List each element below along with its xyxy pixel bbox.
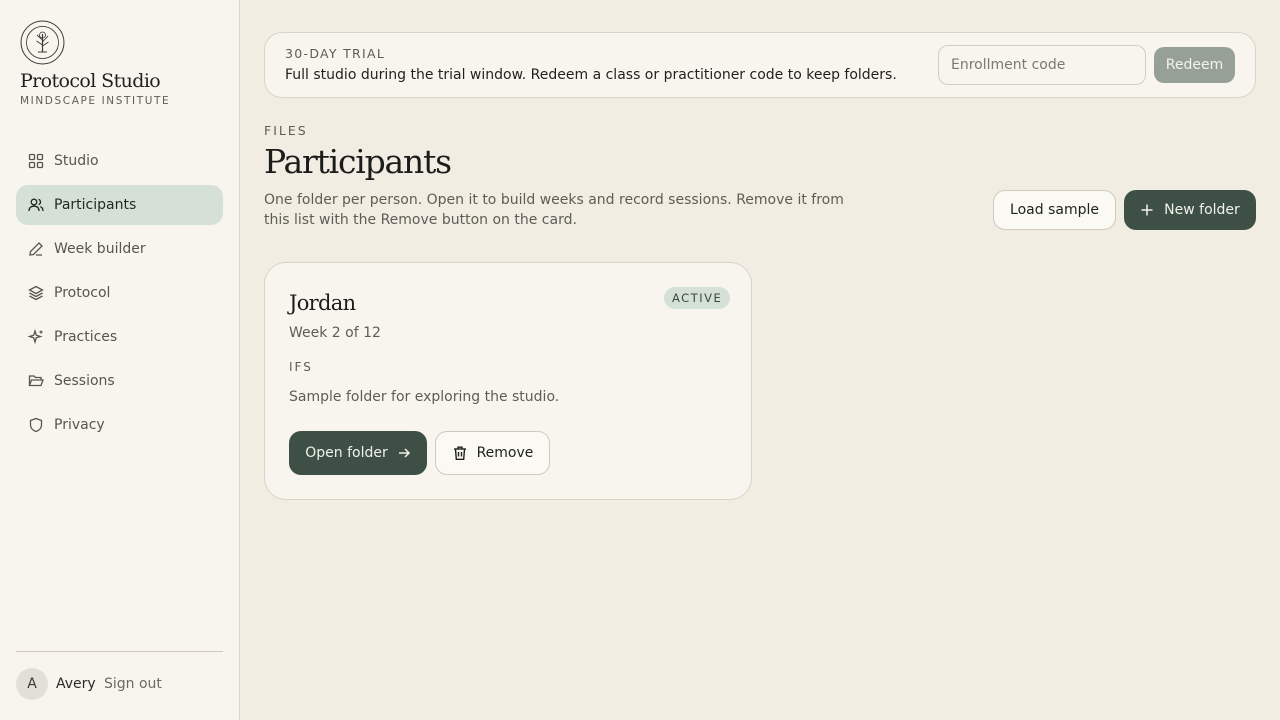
users-icon bbox=[28, 198, 44, 212]
sidebar-item-label: Sessions bbox=[54, 373, 115, 389]
new-folder-label: New folder bbox=[1164, 202, 1240, 218]
redeem-button[interactable]: Redeem bbox=[1154, 47, 1235, 83]
sidebar-item-label: Studio bbox=[54, 153, 99, 169]
remove-button[interactable]: Remove bbox=[435, 431, 550, 475]
folder-open-icon bbox=[28, 375, 44, 387]
participant-name: Jordan bbox=[289, 291, 356, 315]
trash-icon bbox=[453, 446, 466, 460]
sidebar-item-label: Protocol bbox=[54, 285, 111, 301]
sidebar-item-protocol[interactable]: Protocol bbox=[16, 273, 223, 313]
trial-message: Full studio during the trial window. Red… bbox=[285, 67, 897, 83]
layers-icon bbox=[28, 285, 44, 301]
sidebar-item-label: Privacy bbox=[54, 417, 105, 433]
page-description: One folder per person. Open it to build … bbox=[264, 192, 844, 228]
shield-icon bbox=[29, 417, 43, 433]
participant-card: Jordan ACTIVE Week 2 of 12 IFS Sample fo… bbox=[264, 262, 752, 500]
sidebar-item-sessions[interactable]: Sessions bbox=[16, 361, 223, 401]
pencil-icon bbox=[29, 242, 43, 256]
plus-icon bbox=[1141, 204, 1153, 216]
arrow-right-icon bbox=[398, 448, 410, 458]
sidebar-item-label: Practices bbox=[54, 329, 118, 345]
tree-seal-icon bbox=[20, 20, 65, 65]
remove-label: Remove bbox=[476, 445, 534, 461]
open-folder-label: Open folder bbox=[305, 445, 388, 461]
user-name: Avery bbox=[56, 676, 96, 692]
sidebar: Protocol Studio MINDSCAPE INSTITUTE Stud… bbox=[0, 0, 240, 720]
trial-banner: 30-DAY TRIAL Full studio during the tria… bbox=[264, 32, 1256, 98]
sidebar-item-week-builder[interactable]: Week builder bbox=[16, 229, 223, 269]
sidebar-nav: Studio Participants Week builder Protoco… bbox=[16, 141, 223, 449]
section-tag: FILES bbox=[264, 123, 308, 138]
sidebar-item-practices[interactable]: Practices bbox=[16, 317, 223, 357]
sidebar-item-label: Week builder bbox=[54, 241, 146, 257]
org-name: MINDSCAPE INSTITUTE bbox=[20, 95, 171, 107]
modality-label: IFS bbox=[289, 360, 313, 374]
app-title: Protocol Studio bbox=[20, 70, 161, 92]
grid-icon bbox=[28, 153, 44, 169]
sidebar-item-studio[interactable]: Studio bbox=[16, 141, 223, 181]
trial-tag: 30-DAY TRIAL bbox=[285, 46, 386, 61]
sidebar-item-privacy[interactable]: Privacy bbox=[16, 405, 223, 445]
sign-out-link[interactable]: Sign out bbox=[104, 676, 162, 692]
load-sample-button[interactable]: Load sample bbox=[993, 190, 1116, 230]
open-folder-button[interactable]: Open folder bbox=[289, 431, 427, 475]
new-folder-button[interactable]: New folder bbox=[1124, 190, 1256, 230]
status-badge: ACTIVE bbox=[664, 287, 731, 309]
sidebar-item-label: Participants bbox=[54, 197, 137, 213]
page-title: Participants bbox=[264, 142, 452, 181]
sparkle-icon bbox=[28, 329, 43, 345]
sidebar-item-participants[interactable]: Participants bbox=[16, 185, 223, 225]
week-progress: Week 2 of 12 bbox=[289, 325, 381, 341]
folder-note: Sample folder for exploring the studio. bbox=[289, 389, 560, 405]
enrollment-code-input[interactable] bbox=[938, 45, 1146, 85]
avatar[interactable]: A bbox=[16, 668, 48, 700]
sidebar-divider bbox=[16, 651, 223, 652]
